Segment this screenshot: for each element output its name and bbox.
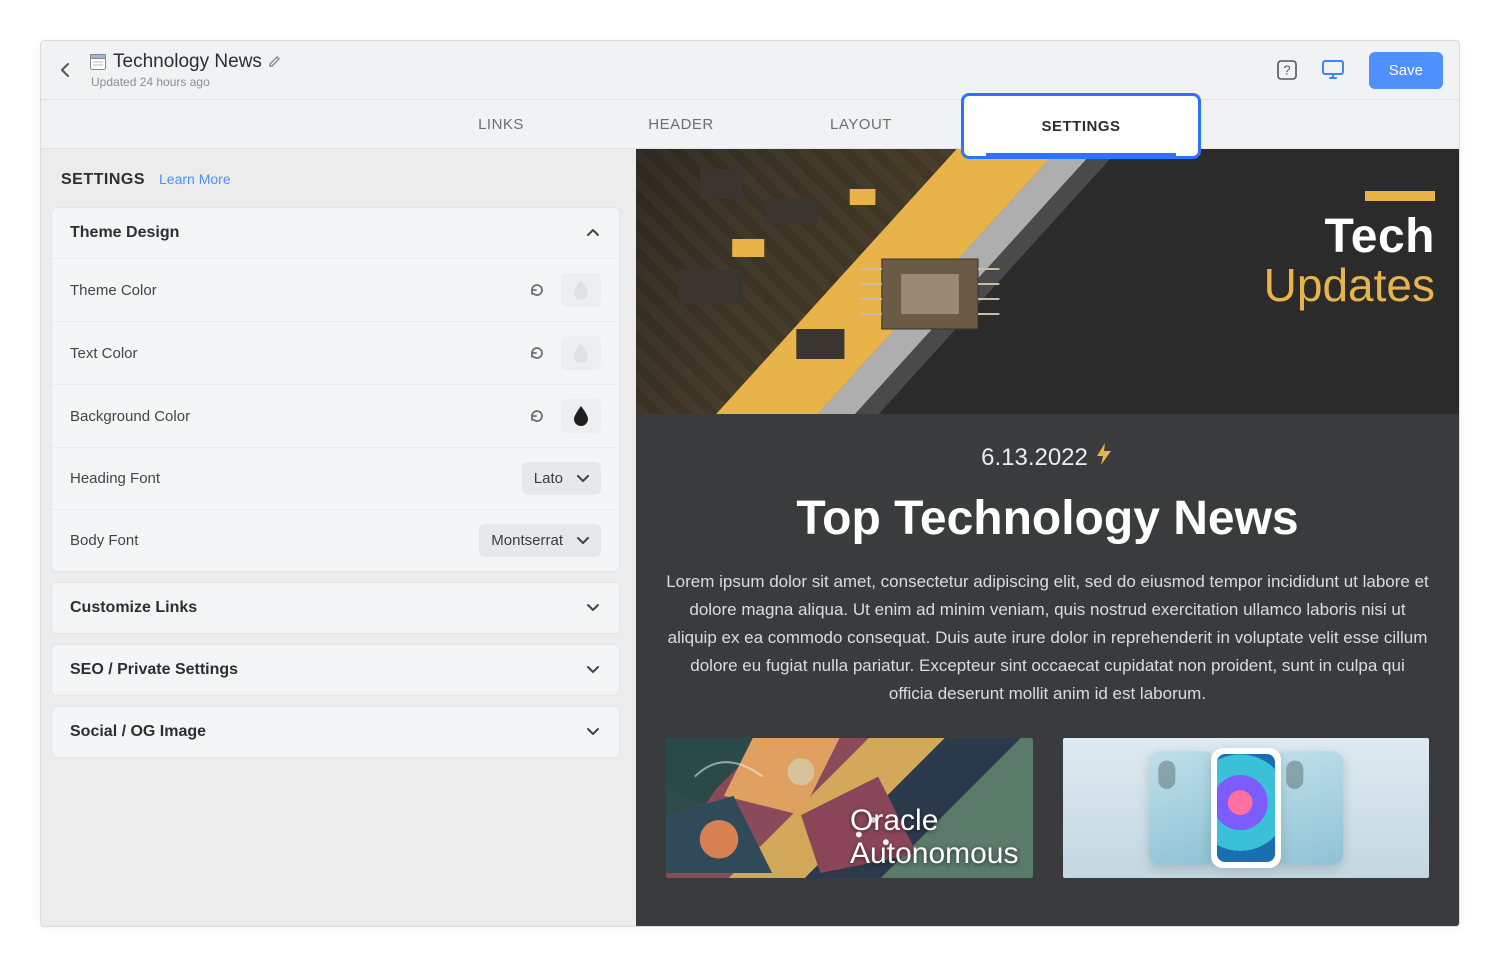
preview-cards: Oracle Autonomous: [636, 708, 1459, 878]
card-phones: [1063, 738, 1430, 878]
theme-color-swatch[interactable]: [561, 273, 601, 307]
tab-label: HEADER: [648, 116, 714, 133]
chevron-left-icon: [60, 62, 70, 78]
tab-label: SETTINGS: [1041, 118, 1120, 135]
row-label: Text Color: [70, 345, 138, 362]
heading-font-select[interactable]: Lato: [522, 462, 601, 495]
panel-head-seo-private[interactable]: SEO / Private Settings: [52, 645, 619, 695]
chevron-down-icon: [585, 600, 601, 616]
preview-headline: Top Technology News: [666, 491, 1429, 546]
panel-body: Theme Color Text Color: [52, 258, 619, 571]
preview-date: 6.13.2022: [981, 442, 1114, 473]
row-label: Theme Color: [70, 282, 157, 299]
select-value: Montserrat: [491, 532, 563, 549]
phone-front: [1211, 748, 1281, 868]
tab-settings[interactable]: SETTINGS: [961, 100, 1201, 148]
panel-seo-private: SEO / Private Settings: [51, 644, 620, 696]
settings-sidebar[interactable]: SETTINGS Learn More Theme Design Theme C…: [41, 149, 636, 926]
reset-text-color-button[interactable]: [523, 339, 551, 367]
topbar: Technology News Updated 24 hours ago ? S…: [41, 41, 1459, 99]
panel-head-theme-design[interactable]: Theme Design: [52, 208, 619, 258]
title-block: Technology News Updated 24 hours ago: [89, 51, 282, 89]
reset-icon: [528, 407, 546, 425]
panel-customize-links: Customize Links: [51, 582, 620, 634]
chevron-down-icon: [577, 475, 589, 483]
tab-links[interactable]: LINKS: [421, 100, 581, 148]
tab-label: LAYOUT: [830, 116, 892, 133]
card-oracle: Oracle Autonomous: [666, 738, 1033, 878]
hero-text: Tech Updates: [1264, 209, 1435, 312]
row-label: Body Font: [70, 532, 138, 549]
chevron-down-icon: [585, 724, 601, 740]
updated-text: Updated 24 hours ago: [91, 75, 282, 89]
phone-back-2: [1277, 751, 1344, 865]
monitor-icon: [1321, 59, 1345, 81]
panel-head-customize-links[interactable]: Customize Links: [52, 583, 619, 633]
page-title: Technology News: [113, 51, 262, 73]
tab-layout[interactable]: LAYOUT: [781, 100, 941, 148]
select-value: Lato: [534, 470, 563, 487]
panel-title: Social / OG Image: [70, 723, 206, 741]
body-font-select[interactable]: Montserrat: [479, 524, 601, 557]
tabs-bar: LINKS HEADER LAYOUT SETTINGS: [41, 99, 1459, 149]
panel-theme-design: Theme Design Theme Color: [51, 207, 620, 572]
back-button[interactable]: [51, 56, 79, 84]
panel-social-og: Social / OG Image: [51, 706, 620, 758]
panel-title: SEO / Private Settings: [70, 661, 238, 679]
row-background-color: Background Color: [52, 384, 619, 447]
help-icon: ?: [1276, 59, 1298, 81]
bolt-icon: [1094, 442, 1114, 473]
svg-text:?: ?: [1283, 63, 1290, 78]
main-split: SETTINGS Learn More Theme Design Theme C…: [41, 149, 1459, 926]
edit-title-button[interactable]: [268, 54, 282, 71]
row-text-color: Text Color: [52, 321, 619, 384]
reset-theme-color-button[interactable]: [523, 276, 551, 304]
tab-label: LINKS: [478, 116, 524, 133]
preview-button[interactable]: [1315, 52, 1351, 88]
hero-title-line2: Updates: [1264, 258, 1435, 312]
phone-back: [1149, 751, 1216, 865]
preview-content: 6.13.2022 Top Technology News Lorem ipsu…: [636, 414, 1459, 708]
card-title-line2: Autonomous: [850, 837, 1018, 870]
preview-pane: Tech Updates 6.13.2022 Top Technology Ne…: [636, 149, 1459, 926]
hero-title-line1: Tech: [1264, 209, 1435, 264]
phone-screen: [1217, 754, 1275, 862]
card-title: Oracle Autonomous: [850, 804, 1018, 870]
app-window: Technology News Updated 24 hours ago ? S…: [40, 40, 1460, 927]
pencil-icon: [268, 54, 282, 68]
sidebar-title: SETTINGS: [61, 171, 145, 189]
background-color-swatch[interactable]: [561, 399, 601, 433]
panel-title: Theme Design: [70, 224, 179, 242]
panel-title: Customize Links: [70, 599, 197, 617]
row-theme-color: Theme Color: [52, 258, 619, 321]
chevron-down-icon: [585, 662, 601, 678]
date-text: 6.13.2022: [981, 444, 1088, 472]
row-heading-font: Heading Font Lato: [52, 447, 619, 509]
panel-head-social-og[interactable]: Social / OG Image: [52, 707, 619, 757]
chevron-down-icon: [577, 537, 589, 545]
help-button[interactable]: ?: [1269, 52, 1305, 88]
row-label: Heading Font: [70, 470, 160, 487]
phone-camera: [1158, 761, 1175, 790]
drop-icon: [572, 342, 590, 364]
tab-header[interactable]: HEADER: [601, 100, 761, 148]
text-color-swatch[interactable]: [561, 336, 601, 370]
page-icon: [89, 53, 107, 71]
save-button[interactable]: Save: [1369, 52, 1443, 89]
phone-camera: [1286, 761, 1303, 790]
chevron-up-icon: [585, 225, 601, 241]
reset-background-color-button[interactable]: [523, 402, 551, 430]
hero-accent-bar: [1365, 191, 1435, 201]
drop-icon: [572, 279, 590, 301]
reset-icon: [528, 344, 546, 362]
reset-icon: [528, 281, 546, 299]
row-body-font: Body Font Montserrat: [52, 509, 619, 571]
sidebar-header: SETTINGS Learn More: [41, 149, 630, 207]
drop-icon: [572, 405, 590, 427]
learn-more-link[interactable]: Learn More: [159, 171, 231, 187]
hero-banner: Tech Updates: [636, 149, 1459, 414]
card-title-line1: Oracle: [850, 804, 1018, 837]
row-label: Background Color: [70, 408, 190, 425]
preview-body-text: Lorem ipsum dolor sit amet, consectetur …: [666, 568, 1429, 708]
